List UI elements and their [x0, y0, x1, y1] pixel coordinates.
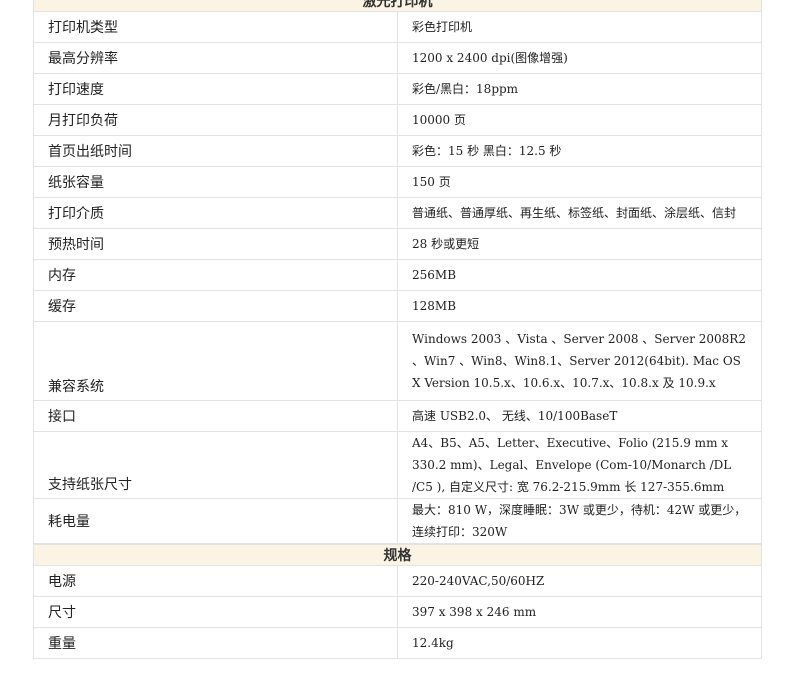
row-label: 打印机类型 [33, 11, 398, 43]
row-value: 高速 USB2.0、 无线、10/100BaseT [397, 400, 762, 432]
row-value: 最大：810 W，深度睡眠：3W 或更少，待机：42W 或更少，连续打印：320… [397, 498, 762, 544]
row-label: 接口 [33, 400, 398, 432]
row-value: 1200 x 2400 dpi(图像增强) [397, 42, 762, 74]
row-label: 重量 [33, 627, 398, 659]
row-value: 彩色打印机 [397, 11, 762, 43]
table-row: 最高分辨率 1200 x 2400 dpi(图像增强) [33, 42, 762, 74]
table-row: 内存 256MB [33, 259, 762, 291]
row-value: A4、B5、A5、Letter、Executive、Folio (215.9 m… [397, 431, 762, 499]
row-label: 内存 [33, 259, 398, 291]
table-row: 纸张容量 150 页 [33, 166, 762, 198]
row-value: 128MB [397, 290, 762, 322]
table-row: 接口 高速 USB2.0、 无线、10/100BaseT [33, 400, 762, 432]
row-value: 220-240VAC,50/60HZ [397, 565, 762, 597]
row-value: 397 x 398 x 246 mm [397, 596, 762, 628]
row-label: 预热时间 [33, 228, 398, 260]
section-title-spec: 规格 [33, 544, 762, 566]
row-label: 最高分辨率 [33, 42, 398, 74]
table-row: 打印速度 彩色/黑白：18ppm [33, 73, 762, 105]
row-label: 兼容系统 [33, 321, 398, 401]
row-label: 电源 [33, 565, 398, 597]
row-value: 256MB [397, 259, 762, 291]
table-row: 尺寸 397 x 398 x 246 mm [33, 596, 762, 628]
row-label: 缓存 [33, 290, 398, 322]
table-row: 耗电量 最大：810 W，深度睡眠：3W 或更少，待机：42W 或更少，连续打印… [33, 498, 762, 544]
section-header-row: 激光打印机 [33, 0, 762, 12]
row-label: 打印速度 [33, 73, 398, 105]
table-row: 打印机类型 彩色打印机 [33, 11, 762, 43]
row-label: 支持纸张尺寸 [33, 431, 398, 499]
table-row: 首页出纸时间 彩色：15 秒 黑白：12.5 秒 [33, 135, 762, 167]
table-row: 兼容系统 Windows 2003 、Vista 、Server 2008 、S… [33, 321, 762, 401]
row-value: 28 秒或更短 [397, 228, 762, 260]
section-title-laser: 激光打印机 [33, 0, 762, 12]
row-value: 12.4kg [397, 627, 762, 659]
row-value: Windows 2003 、Vista 、Server 2008 、Server… [397, 321, 762, 401]
table-row: 电源 220-240VAC,50/60HZ [33, 565, 762, 597]
table-row: 重量 12.4kg [33, 627, 762, 659]
row-value: 10000 页 [397, 104, 762, 136]
table-row: 预热时间 28 秒或更短 [33, 228, 762, 260]
row-value: 150 页 [397, 166, 762, 198]
row-label: 首页出纸时间 [33, 135, 398, 167]
table-row: 月打印负荷 10000 页 [33, 104, 762, 136]
row-label: 耗电量 [33, 498, 398, 544]
row-label: 纸张容量 [33, 166, 398, 198]
row-value: 彩色：15 秒 黑白：12.5 秒 [397, 135, 762, 167]
laser-printer-table: 激光打印机 打印机类型 彩色打印机 最高分辨率 1200 x 2400 dpi(… [33, 0, 762, 544]
table-row: 缓存 128MB [33, 290, 762, 322]
row-value: 普通纸、普通厚纸、再生纸、标签纸、封面纸、涂层纸、信封 [397, 197, 762, 229]
row-label: 月打印负荷 [33, 104, 398, 136]
section-header-row: 规格 [33, 544, 762, 566]
row-label: 打印介质 [33, 197, 398, 229]
table-row: 打印介质 普通纸、普通厚纸、再生纸、标签纸、封面纸、涂层纸、信封 [33, 197, 762, 229]
spec-table: 规格 电源 220-240VAC,50/60HZ 尺寸 397 x 398 x … [33, 544, 762, 659]
spec-sheet: 激光打印机 打印机类型 彩色打印机 最高分辨率 1200 x 2400 dpi(… [33, 0, 762, 659]
table-row: 支持纸张尺寸 A4、B5、A5、Letter、Executive、Folio (… [33, 431, 762, 499]
row-label: 尺寸 [33, 596, 398, 628]
row-value: 彩色/黑白：18ppm [397, 73, 762, 105]
